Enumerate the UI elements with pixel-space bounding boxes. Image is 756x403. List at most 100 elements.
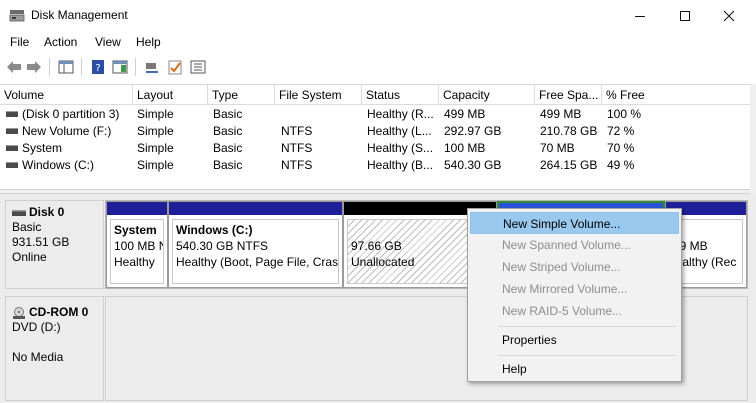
console-tree-icon (58, 60, 74, 74)
cdrom-0-label[interactable]: CD-ROM 0 DVD (D:) No Media (5, 296, 104, 401)
toolbar-separator (49, 58, 50, 76)
menu-new-mirrored-volume[interactable]: New Mirrored Volume... (470, 278, 679, 300)
minimize-button[interactable] (617, 0, 663, 31)
back-button[interactable] (5, 58, 23, 76)
partition-bar (107, 202, 167, 215)
cdrom-name: CD-ROM 0 (29, 305, 89, 319)
menu-separator (498, 326, 676, 327)
menu-new-spanned-volume[interactable]: New Spanned Volume... (470, 234, 679, 256)
volume-name: (Disk 0 partition 3) (22, 107, 120, 121)
column-header-status[interactable]: Status (362, 85, 439, 105)
forward-button[interactable] (25, 58, 43, 76)
disk-type: Basic (12, 220, 42, 234)
table-row[interactable]: New Volume (F:) Simple Basic NTFS Health… (0, 123, 750, 140)
menu-new-striped-volume[interactable]: New Striped Volume... (470, 256, 679, 278)
checklist-button[interactable] (166, 58, 184, 76)
minimize-icon (635, 15, 645, 17)
partition-status: Healthy (Boot, Page File, Crash (176, 255, 339, 269)
column-header-file-system[interactable]: File System (275, 85, 362, 105)
volume-status: Healthy (S... (367, 141, 434, 155)
properties-icon (190, 60, 206, 74)
volume-capacity: 292.97 GB (444, 124, 502, 138)
menu-new-simple-volume[interactable]: New Simple Volume... (470, 212, 679, 234)
connect-icon (146, 63, 158, 73)
disk-name: Disk 0 (29, 205, 65, 219)
volume-layout: Simple (137, 158, 174, 172)
menu-new-raid5-volume[interactable]: New RAID-5 Volume... (470, 300, 679, 322)
volume-capacity: 499 MB (444, 107, 486, 121)
partition-size: 99 MB (673, 239, 708, 253)
volume-percent-free: 100 % (607, 107, 642, 121)
volume-name: System (22, 141, 63, 155)
volume-free-space: 264.15 GB (540, 158, 598, 172)
checklist-icon (168, 60, 182, 75)
volume-layout: Simple (137, 107, 174, 121)
close-button[interactable] (706, 0, 752, 31)
column-header-type[interactable]: Type (208, 85, 275, 105)
volume-name: Windows (C:) (22, 158, 95, 172)
cdrom-media: No Media (12, 350, 64, 364)
disk-state: Online (12, 250, 47, 264)
volume-file-system: NTFS (281, 124, 313, 138)
volume-type: Basic (213, 107, 243, 121)
column-header-capacity[interactable]: Capacity (439, 85, 535, 105)
disk-size: 931.51 GB (12, 235, 70, 249)
disk-icon (12, 209, 26, 216)
menu-view[interactable]: View (95, 35, 121, 49)
volume-capacity: 540.30 GB (444, 158, 502, 172)
connect-button[interactable] (143, 58, 161, 76)
partition-size: 540.30 GB NTFS (176, 239, 269, 253)
volume-icon (6, 145, 18, 151)
table-row[interactable]: Windows (C:) Simple Basic NTFS Healthy (… (0, 157, 750, 174)
menu-action[interactable]: Action (44, 35, 77, 49)
column-header-layout[interactable]: Layout (133, 85, 208, 105)
volume-type: Basic (213, 124, 243, 138)
partition-status: Healthy (114, 255, 155, 269)
column-header-volume[interactable]: Volume (0, 85, 133, 105)
disk-0-label[interactable]: Disk 0 Basic 931.51 GB Online (5, 200, 104, 289)
table-row[interactable]: (Disk 0 partition 3) Simple Basic Health… (0, 106, 750, 123)
svg-text:?: ? (95, 63, 100, 74)
volume-file-system: NTFS (281, 141, 313, 155)
volume-name: New Volume (F:) (22, 124, 112, 138)
toolbar-separator (135, 58, 136, 76)
table-row[interactable]: System Simple Basic NTFS Healthy (S... 1… (0, 140, 750, 157)
show-action-pane-icon (112, 60, 128, 74)
title-bar: Disk Management (0, 0, 756, 31)
help-button[interactable]: ? (89, 58, 107, 76)
volume-percent-free: 70 % (607, 141, 635, 155)
toolbar-separator (81, 58, 82, 76)
context-menu: New Simple Volume... New Spanned Volume.… (467, 208, 682, 382)
window-title: Disk Management (31, 8, 128, 22)
volume-status: Healthy (R... (367, 107, 434, 121)
disk-management-icon (9, 10, 25, 22)
menu-properties[interactable]: Properties (470, 329, 679, 351)
maximize-button[interactable] (662, 0, 708, 31)
column-header-percent-free[interactable]: % Free (602, 85, 750, 105)
partition-status: lealthy (Rec (673, 255, 737, 269)
partition-windows[interactable]: Windows (C:) 540.30 GB NTFS Healthy (Boo… (168, 201, 343, 288)
column-header-free-space[interactable]: Free Spa... (535, 85, 602, 105)
properties-button[interactable] (189, 58, 207, 76)
volume-list: Volume Layout Type File System Status Ca… (0, 84, 750, 189)
partition-name: Windows (C:) (176, 223, 253, 237)
partition-name: System (114, 223, 157, 237)
maximize-icon (680, 10, 690, 21)
show-hide-console-tree-button[interactable] (57, 58, 75, 76)
help-book-icon: ? (92, 60, 104, 74)
menu-help[interactable]: Help (136, 35, 161, 49)
volume-free-space: 70 MB (540, 141, 575, 155)
volume-percent-free: 49 % (607, 158, 635, 172)
show-action-pane-button[interactable] (111, 58, 129, 76)
menu-file[interactable]: File (10, 35, 29, 49)
toolbar: ? (0, 53, 756, 81)
forward-arrow-icon (27, 61, 41, 73)
partition-system[interactable]: System 100 MB N Healthy (106, 201, 168, 288)
menu-bar: File Action View Help (0, 31, 756, 53)
volume-capacity: 100 MB (444, 141, 486, 155)
volume-layout: Simple (137, 141, 174, 155)
volume-type: Basic (213, 158, 243, 172)
volume-layout: Simple (137, 124, 174, 138)
back-arrow-icon (7, 61, 21, 73)
menu-help-item[interactable]: Help (470, 358, 679, 380)
